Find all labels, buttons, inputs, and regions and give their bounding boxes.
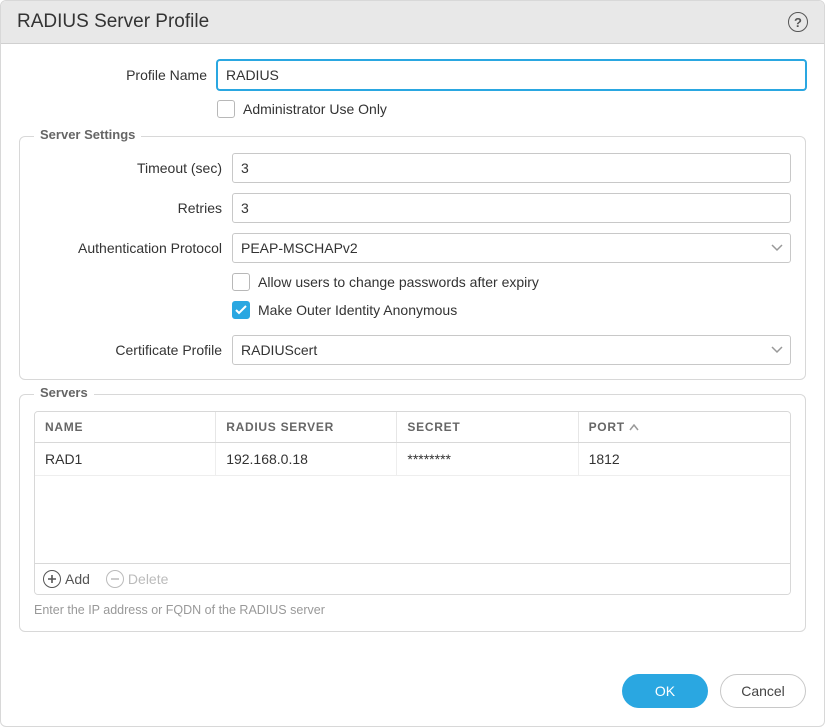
titlebar: RADIUS Server Profile ? bbox=[1, 1, 824, 44]
timeout-label: Timeout (sec) bbox=[34, 160, 232, 176]
servers-legend: Servers bbox=[34, 385, 94, 400]
cell-secret: ******** bbox=[397, 443, 578, 475]
retries-label: Retries bbox=[34, 200, 232, 216]
cert-profile-value[interactable] bbox=[232, 335, 791, 365]
row-retries: Retries bbox=[34, 193, 791, 223]
sort-asc-icon bbox=[629, 424, 639, 431]
row-auth-protocol: Authentication Protocol bbox=[34, 233, 791, 263]
cell-server: 192.168.0.18 bbox=[216, 443, 397, 475]
anon-outer-label: Make Outer Identity Anonymous bbox=[258, 302, 457, 318]
server-settings-legend: Server Settings bbox=[34, 127, 141, 142]
anon-outer-checkbox[interactable] bbox=[232, 301, 250, 319]
profile-name-label: Profile Name bbox=[19, 67, 217, 83]
table-body: RAD1 192.168.0.18 ******** 1812 bbox=[35, 443, 790, 563]
row-allow-pw-change: Allow users to change passwords after ex… bbox=[34, 273, 791, 297]
table-row[interactable]: RAD1 192.168.0.18 ******** 1812 bbox=[35, 443, 790, 476]
row-admin-only: Administrator Use Only bbox=[19, 100, 806, 124]
row-anon-outer: Make Outer Identity Anonymous bbox=[34, 301, 791, 325]
add-button[interactable]: Add bbox=[43, 570, 90, 588]
timeout-input[interactable] bbox=[232, 153, 791, 183]
col-header-port[interactable]: PORT bbox=[579, 412, 790, 442]
dialog: RADIUS Server Profile ? Profile Name Adm… bbox=[0, 0, 825, 727]
cert-profile-label: Certificate Profile bbox=[34, 342, 232, 358]
dialog-footer: OK Cancel bbox=[1, 650, 824, 726]
profile-name-input[interactable] bbox=[217, 60, 806, 90]
col-header-server[interactable]: RADIUS SERVER bbox=[216, 412, 397, 442]
cell-name: RAD1 bbox=[35, 443, 216, 475]
ok-button[interactable]: OK bbox=[622, 674, 708, 708]
cell-port: 1812 bbox=[579, 443, 790, 475]
allow-pw-change-checkbox[interactable] bbox=[232, 273, 250, 291]
plus-icon bbox=[43, 570, 61, 588]
row-timeout: Timeout (sec) bbox=[34, 153, 791, 183]
auth-protocol-value[interactable] bbox=[232, 233, 791, 263]
admin-only-label: Administrator Use Only bbox=[243, 101, 387, 117]
col-header-name[interactable]: NAME bbox=[35, 412, 216, 442]
auth-protocol-select[interactable] bbox=[232, 233, 791, 263]
col-header-secret[interactable]: SECRET bbox=[397, 412, 578, 442]
cert-profile-select[interactable] bbox=[232, 335, 791, 365]
delete-button[interactable]: Delete bbox=[106, 570, 168, 588]
servers-fieldset: Servers NAME RADIUS SERVER SECRET PORT bbox=[19, 394, 806, 632]
retries-input[interactable] bbox=[232, 193, 791, 223]
dialog-title: RADIUS Server Profile bbox=[17, 11, 209, 33]
help-icon[interactable]: ? bbox=[788, 12, 808, 32]
row-profile-name: Profile Name bbox=[19, 60, 806, 90]
minus-icon bbox=[106, 570, 124, 588]
allow-pw-change-label: Allow users to change passwords after ex… bbox=[258, 274, 539, 290]
admin-only-checkbox[interactable] bbox=[217, 100, 235, 118]
table-header: NAME RADIUS SERVER SECRET PORT bbox=[35, 412, 790, 443]
row-cert-profile: Certificate Profile bbox=[34, 335, 791, 365]
auth-protocol-label: Authentication Protocol bbox=[34, 240, 232, 256]
table-footer: Add Delete bbox=[35, 563, 790, 594]
cancel-button[interactable]: Cancel bbox=[720, 674, 806, 708]
servers-hint: Enter the IP address or FQDN of the RADI… bbox=[34, 603, 791, 617]
dialog-body: Profile Name Administrator Use Only Serv… bbox=[1, 44, 824, 650]
server-settings-fieldset: Server Settings Timeout (sec) Retries Au… bbox=[19, 136, 806, 380]
servers-table: NAME RADIUS SERVER SECRET PORT bbox=[34, 411, 791, 595]
